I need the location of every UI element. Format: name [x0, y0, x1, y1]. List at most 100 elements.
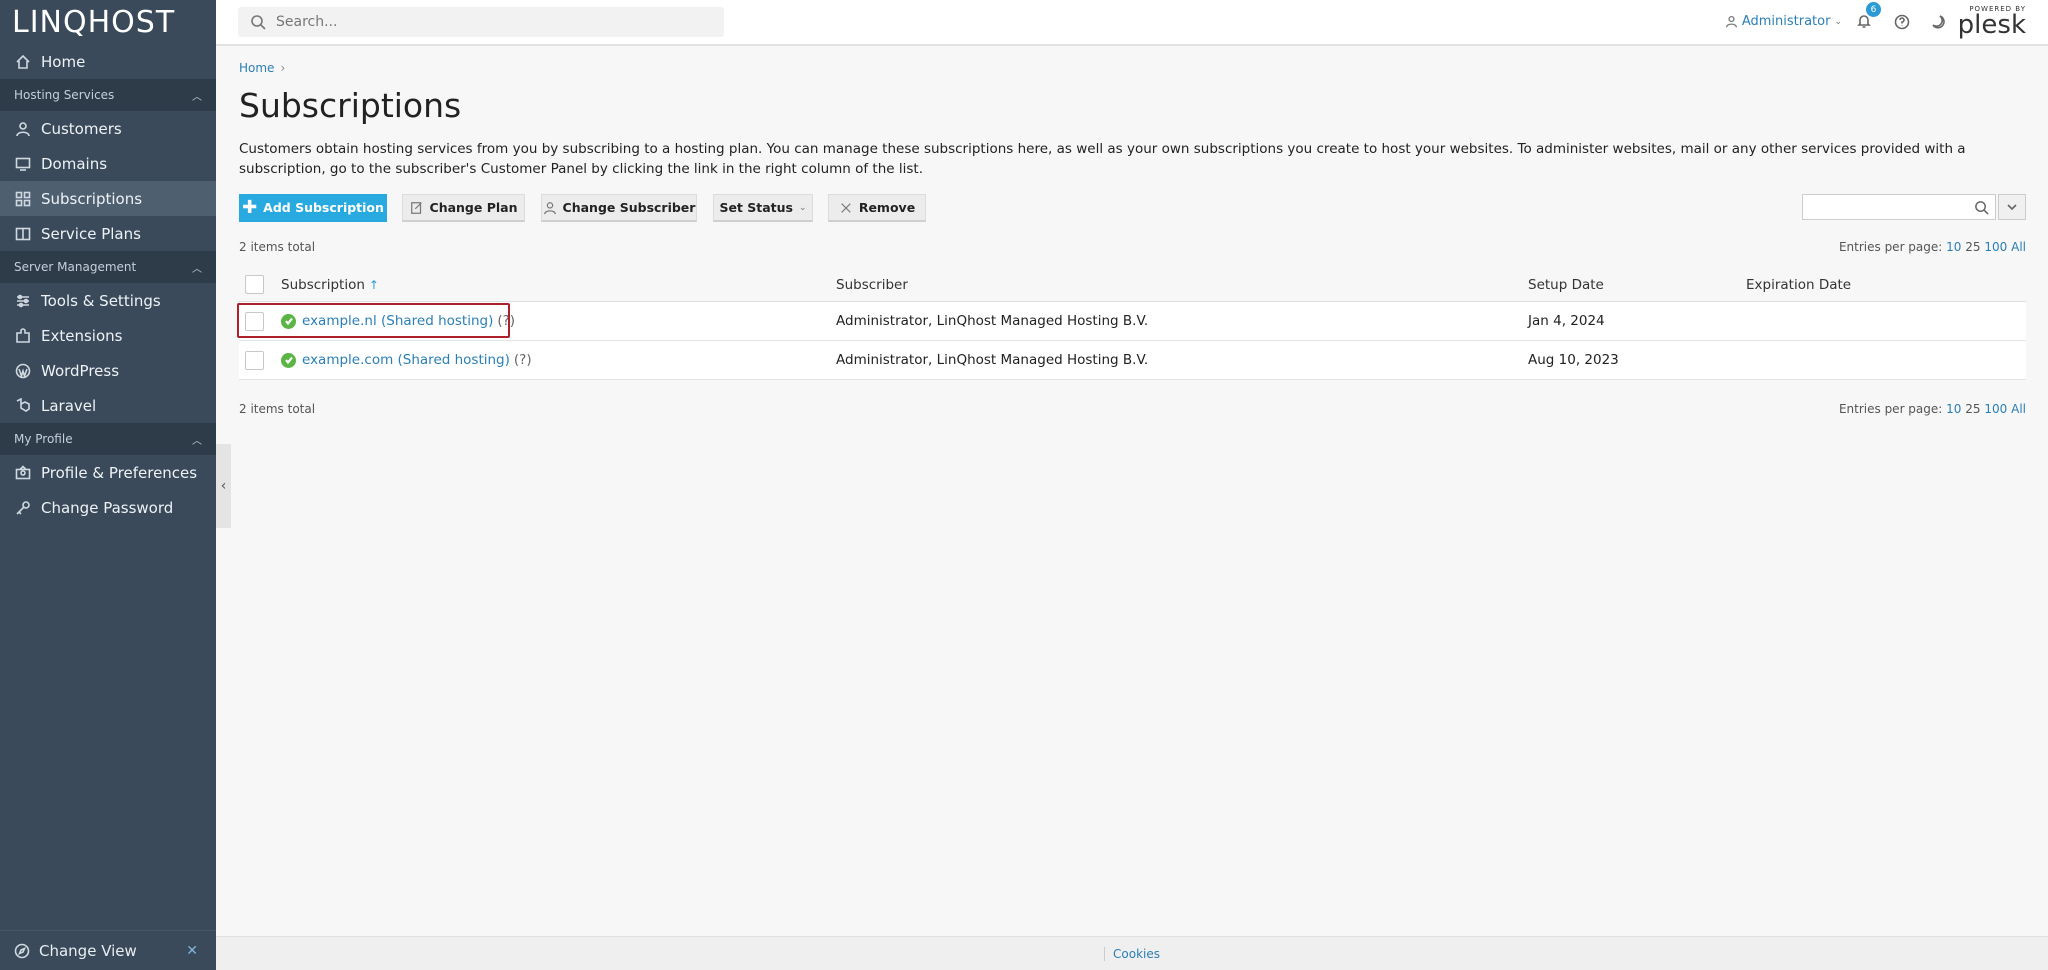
button-label: Change Plan: [429, 200, 518, 215]
page-size-all[interactable]: All: [2011, 402, 2026, 416]
theme-toggle[interactable]: [1930, 14, 1946, 34]
sidebar-collapse-handle[interactable]: ‹: [216, 444, 231, 528]
change-plan-button[interactable]: Change Plan: [402, 194, 525, 222]
wordpress-icon: [14, 362, 32, 380]
breadcrumb: Home ›: [239, 61, 285, 75]
sidebar-item-label: Laravel: [41, 396, 97, 415]
breadcrumb-home[interactable]: Home: [239, 61, 274, 75]
page-size-10[interactable]: 10: [1946, 240, 1961, 254]
user-icon: [14, 120, 32, 138]
page-title: Subscriptions: [239, 86, 462, 125]
active-status-icon: [281, 313, 296, 329]
chevron-down-icon: [2007, 204, 2017, 211]
search-input[interactable]: [276, 14, 716, 30]
section-title: My Profile: [14, 432, 73, 446]
remove-button[interactable]: Remove: [828, 194, 926, 222]
sidebar-item-tools-settings[interactable]: Tools & Settings: [0, 283, 216, 318]
sidebar-item-domains[interactable]: Domains: [0, 146, 216, 181]
chevron-up-icon: ︿: [192, 435, 202, 447]
subscription-link[interactable]: example.nl (Shared hosting): [302, 313, 493, 329]
column-label: Subscription: [281, 276, 365, 293]
help-button[interactable]: [1894, 14, 1910, 34]
sidebar-item-label: Change Password: [41, 498, 174, 517]
subscriber-icon: [543, 201, 556, 214]
chevron-left-icon: ‹: [220, 478, 227, 494]
sidebar-item-customers[interactable]: Customers: [0, 111, 216, 146]
chevron-up-icon: ︿: [192, 263, 202, 275]
compass-icon: [14, 943, 30, 959]
page-size-all[interactable]: All: [2011, 240, 2026, 254]
section-title: Server Management: [14, 260, 137, 274]
search-box[interactable]: [238, 7, 724, 37]
sidebar-item-label: Subscriptions: [41, 189, 143, 208]
subscription-link[interactable]: example.com (Shared hosting): [302, 352, 510, 368]
row-checkbox[interactable]: [245, 350, 264, 370]
column-setup-date[interactable]: Setup Date: [1528, 277, 1746, 293]
table-header: Subscription ↑ Subscriber Setup Date Exp…: [239, 268, 2026, 302]
section-title: Hosting Services: [14, 88, 115, 102]
column-subscription[interactable]: Subscription ↑: [281, 277, 836, 293]
section-my-profile[interactable]: My Profile ︿: [0, 423, 216, 455]
linqhost-logo[interactable]: LINQHOST: [0, 0, 216, 44]
page-description: Customers obtain hosting services from y…: [239, 141, 1966, 177]
remove-icon: [841, 202, 851, 213]
home-icon: [14, 53, 32, 71]
page-size-100[interactable]: 100: [1984, 402, 2007, 416]
monitor-icon: [14, 155, 32, 173]
column-subscriber[interactable]: Subscriber: [836, 277, 1528, 293]
set-status-button[interactable]: Set Status ⌄: [713, 194, 813, 222]
page-size-100[interactable]: 100: [1984, 240, 2007, 254]
add-subscription-button[interactable]: ✚ Add Subscription: [239, 194, 387, 222]
help-link[interactable]: (?): [497, 313, 515, 329]
select-all-checkbox[interactable]: [245, 275, 264, 294]
moon-icon: [1932, 15, 1945, 29]
page-size-25[interactable]: 25: [1965, 402, 1980, 416]
user-icon: [1725, 15, 1737, 28]
topbar: Administrator ⌄ 6 POWERED BY plesk: [216, 0, 2048, 46]
notifications-button[interactable]: 6: [1856, 2, 1881, 31]
column-expiration-date[interactable]: Expiration Date: [1746, 277, 2026, 293]
section-hosting-services[interactable]: Hosting Services ︿: [0, 79, 216, 111]
plesk-logo: POWERED BY plesk: [1958, 5, 2026, 38]
search-icon[interactable]: [1974, 200, 1989, 215]
button-label: Add Subscription: [263, 200, 384, 215]
list-search-input[interactable]: [1802, 194, 1996, 220]
section-server-management[interactable]: Server Management ︿: [0, 251, 216, 283]
sidebar-item-home[interactable]: Home: [0, 44, 216, 79]
page-size-25[interactable]: 25: [1965, 240, 1980, 254]
change-subscriber-button[interactable]: Change Subscriber: [541, 194, 697, 222]
cookies-link[interactable]: Cookies: [1113, 947, 1160, 961]
search-icon: [251, 15, 266, 30]
help-icon: [1894, 14, 1910, 30]
sidebar-item-wordpress[interactable]: WordPress: [0, 353, 216, 388]
user-menu[interactable]: Administrator ⌄: [1725, 14, 1842, 29]
sidebar-item-service-plans[interactable]: Service Plans: [0, 216, 216, 251]
table-row: example.nl (Shared hosting) (?) Administ…: [239, 302, 2026, 341]
close-icon[interactable]: ✕: [186, 943, 198, 959]
logo-text: LINQHOST: [12, 4, 176, 40]
sidebar-item-profile-preferences[interactable]: Profile & Preferences: [0, 455, 216, 490]
grid-icon: [14, 190, 32, 208]
notifications-badge: 6: [1866, 2, 1881, 17]
sidebar-item-label: Tools & Settings: [41, 291, 161, 310]
change-view-button[interactable]: Change View ✕: [0, 930, 216, 970]
laravel-icon: [14, 397, 32, 415]
sidebar-item-change-password[interactable]: Change Password: [0, 490, 216, 525]
chevron-up-icon: ︿: [192, 91, 202, 103]
sidebar-item-extensions[interactable]: Extensions: [0, 318, 216, 353]
sidebar-item-subscriptions[interactable]: Subscriptions: [0, 181, 216, 216]
sidebar-item-laravel[interactable]: Laravel: [0, 388, 216, 423]
subscriptions-table: Subscription ↑ Subscriber Setup Date Exp…: [237, 268, 2026, 380]
help-link[interactable]: (?): [514, 352, 532, 368]
sliders-icon: [14, 292, 32, 310]
items-total: 2 items total: [239, 240, 316, 254]
advanced-search-toggle[interactable]: [1998, 194, 2026, 220]
sidebar-item-label: Service Plans: [41, 224, 141, 243]
button-label: Remove: [858, 200, 916, 215]
row-checkbox[interactable]: [245, 311, 264, 331]
button-label: Set Status: [719, 200, 793, 215]
page-size-10[interactable]: 10: [1946, 402, 1961, 416]
sidebar-item-label: WordPress: [41, 361, 120, 380]
change-plan-icon: [410, 201, 422, 214]
entries-per-page-bottom: Entries per page: 10 25 100 All: [1839, 402, 2026, 416]
